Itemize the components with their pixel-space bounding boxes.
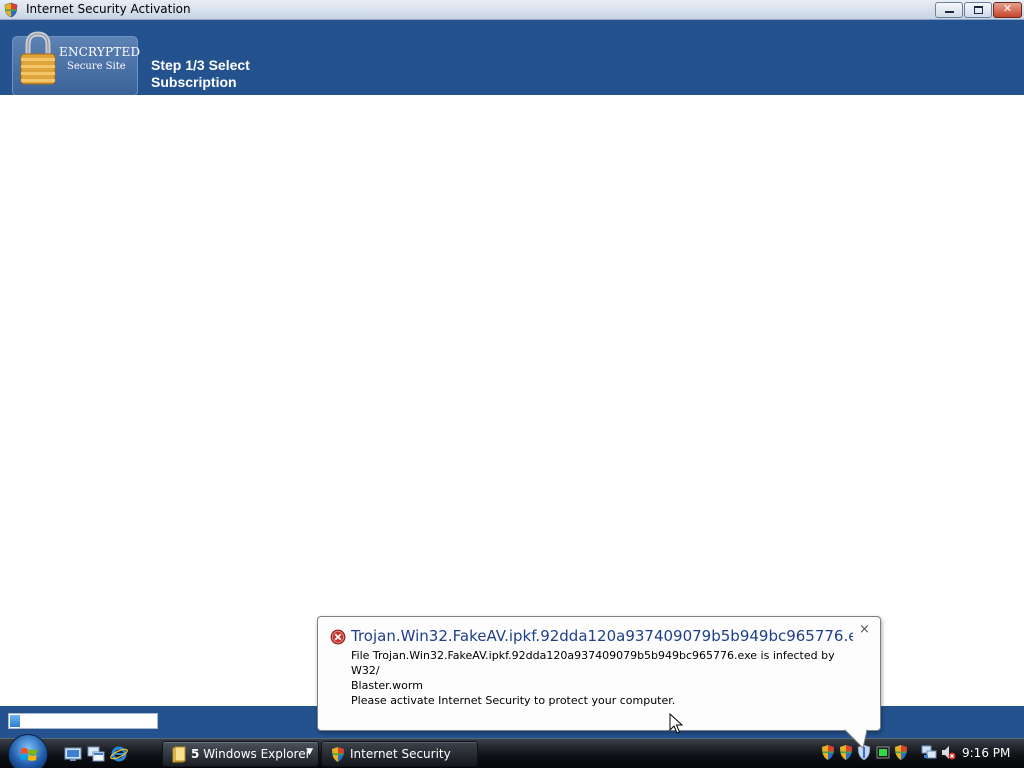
- start-button[interactable]: [8, 734, 48, 768]
- clock[interactable]: 9:16 PM: [962, 746, 1010, 760]
- notification-close-button[interactable]: ×: [859, 622, 870, 637]
- padlock-icon: [20, 31, 56, 85]
- taskbar-button-internet-security[interactable]: Internet Security: [321, 741, 478, 767]
- notification-title: Trojan.Win32.FakeAV.ipkf.92dda120a937409…: [351, 627, 853, 645]
- taskbar-button-windows-explorer[interactable]: 5 Windows Explorer ▼: [162, 741, 319, 767]
- badge-encrypted-text: ENCRYPTED: [59, 45, 141, 59]
- internet-explorer-icon[interactable]: [110, 746, 128, 762]
- mouse-cursor-icon: [669, 713, 683, 734]
- minimize-button[interactable]: [935, 2, 963, 18]
- encrypted-secure-badge: ENCRYPTED Secure Site: [12, 31, 141, 96]
- step-title: Step 1/3 Select Subscription: [151, 57, 250, 90]
- green-bar-icon[interactable]: [875, 744, 891, 761]
- desktop-screen: Internet Security Activation ✕ ENCRYPTED…: [0, 0, 1024, 768]
- window-title-bar[interactable]: Internet Security Activation ✕: [0, 0, 1024, 20]
- window-title: Internet Security Activation: [26, 2, 191, 16]
- network-icon[interactable]: [921, 744, 937, 761]
- notification-message-line: Blaster.worm: [351, 679, 423, 692]
- minimize-icon: [945, 11, 954, 13]
- notification-balloon[interactable]: Trojan.Win32.FakeAV.ipkf.92dda120a937409…: [317, 616, 881, 731]
- shield-icon[interactable]: [820, 744, 836, 761]
- error-icon: [330, 629, 346, 645]
- header-banner: ENCRYPTED Secure Site Step 1/3 Select Su…: [0, 20, 1024, 96]
- taskbar-button-label: Windows Explorer: [203, 747, 311, 761]
- restore-button[interactable]: [964, 2, 992, 18]
- switch-windows-icon[interactable]: [87, 746, 105, 762]
- close-button[interactable]: ✕: [993, 2, 1022, 18]
- show-desktop-icon[interactable]: [64, 746, 82, 762]
- taskbar-group-count: 5: [191, 747, 200, 761]
- notification-message-line: File Trojan.Win32.FakeAV.ipkf.92dda120a9…: [351, 649, 835, 677]
- notification-message: File Trojan.Win32.FakeAV.ipkf.92dda120a9…: [351, 648, 851, 708]
- volume-muted-icon[interactable]: [940, 744, 956, 761]
- windows-start-icon: [20, 748, 37, 761]
- folder-icon: [172, 746, 186, 763]
- notification-message-line: Please activate Internet Security to pro…: [351, 694, 676, 707]
- taskbar: 5 Windows Explorer ▼ Internet Security 9…: [0, 734, 1024, 768]
- notification-tail: [845, 729, 867, 749]
- progress-bar-fill: [10, 715, 20, 727]
- shield-icon: [331, 746, 345, 763]
- progress-bar: [8, 713, 158, 729]
- restore-icon: [974, 6, 983, 14]
- badge-secure-site-text: Secure Site: [67, 61, 126, 72]
- taskbar-button-label: Internet Security: [350, 747, 451, 761]
- shield-icon: [4, 2, 18, 18]
- chevron-down-icon[interactable]: ▼: [306, 747, 313, 757]
- shield-icon[interactable]: [893, 744, 909, 761]
- close-icon: ✕: [1002, 2, 1013, 15]
